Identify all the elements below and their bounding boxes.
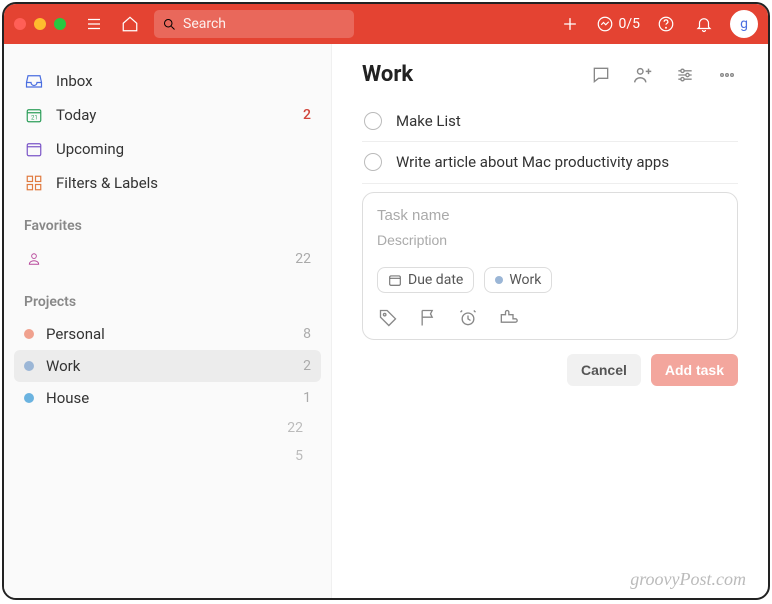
projects-header: Projects	[14, 276, 321, 318]
person-icon	[24, 249, 44, 269]
nav-today[interactable]: 21 Today 2	[14, 98, 321, 132]
page-title: Work	[362, 62, 413, 87]
sidebar: Inbox 21 Today 2 Upcoming Filte	[4, 44, 332, 598]
menu-icon[interactable]	[82, 12, 106, 36]
project-color	[24, 361, 34, 371]
task-title: Make List	[396, 111, 461, 131]
nav-label: Filters & Labels	[56, 174, 158, 192]
nav-filters[interactable]: Filters & Labels	[14, 166, 321, 200]
nav-inbox[interactable]: Inbox	[14, 64, 321, 98]
search-placeholder: Search	[183, 16, 226, 32]
project-work[interactable]: Work 2	[14, 350, 321, 382]
task-checkbox[interactable]	[364, 153, 382, 171]
project-label: House	[46, 389, 89, 407]
productivity-counter[interactable]: 0/5	[596, 15, 640, 33]
share-icon[interactable]	[632, 64, 654, 86]
project-color	[24, 329, 34, 339]
window-controls[interactable]	[14, 18, 66, 30]
task-title: Write article about Mac productivity app…	[396, 152, 669, 172]
favorites-header: Favorites	[14, 200, 321, 242]
search-box[interactable]: Search	[154, 10, 354, 38]
cancel-button[interactable]: Cancel	[567, 354, 641, 386]
home-icon[interactable]	[118, 12, 142, 36]
task-item[interactable]: Write article about Mac productivity app…	[362, 142, 738, 183]
project-color	[24, 393, 34, 403]
task-checkbox[interactable]	[364, 112, 382, 130]
svg-text:21: 21	[31, 115, 38, 122]
add-task-icon[interactable]	[558, 12, 582, 36]
due-date-pill[interactable]: Due date	[377, 267, 474, 293]
project-label: Work	[46, 357, 80, 375]
filters-icon	[24, 173, 44, 193]
minimize-window[interactable]	[34, 18, 46, 30]
notifications-icon[interactable]	[692, 12, 716, 36]
inbox-icon	[24, 71, 44, 91]
watermark: groovyPost.com	[630, 569, 746, 590]
project-house[interactable]: House 1	[14, 382, 321, 414]
calendar-icon	[388, 273, 402, 287]
task-desc-input[interactable]	[377, 232, 723, 248]
view-icon[interactable]	[674, 64, 696, 86]
task-item[interactable]: Make List	[362, 101, 738, 142]
main: Work Make List Write article about Mac p…	[332, 44, 768, 598]
extension-icon[interactable]	[497, 307, 519, 329]
archived-count-2: 5	[14, 442, 321, 470]
priority-icon[interactable]	[417, 307, 439, 329]
nav-upcoming[interactable]: Upcoming	[14, 132, 321, 166]
project-pill[interactable]: Work	[484, 267, 552, 293]
comments-icon[interactable]	[590, 64, 612, 86]
project-personal[interactable]: Personal 8	[14, 318, 321, 350]
new-task-card: Due date Work	[362, 192, 738, 340]
reminder-icon[interactable]	[457, 307, 479, 329]
upcoming-icon	[24, 139, 44, 159]
today-icon: 21	[24, 105, 44, 125]
add-task-button[interactable]: Add task	[651, 354, 738, 386]
topbar: Search 0/5 g	[4, 4, 768, 44]
project-color-icon	[495, 276, 503, 284]
close-window[interactable]	[14, 18, 26, 30]
task-name-input[interactable]	[377, 207, 723, 224]
favorite-item[interactable]: 22	[14, 242, 321, 276]
project-label: Personal	[46, 325, 105, 343]
productivity-icon	[596, 15, 614, 33]
zoom-window[interactable]	[54, 18, 66, 30]
nav-label: Inbox	[56, 72, 93, 90]
help-icon[interactable]	[654, 12, 678, 36]
nav-label: Today	[56, 106, 96, 124]
nav-label: Upcoming	[56, 140, 124, 158]
avatar[interactable]: g	[730, 10, 758, 38]
search-icon	[162, 17, 177, 32]
archived-count-1: 22	[14, 414, 321, 442]
more-icon[interactable]	[716, 64, 738, 86]
label-icon[interactable]	[377, 307, 399, 329]
